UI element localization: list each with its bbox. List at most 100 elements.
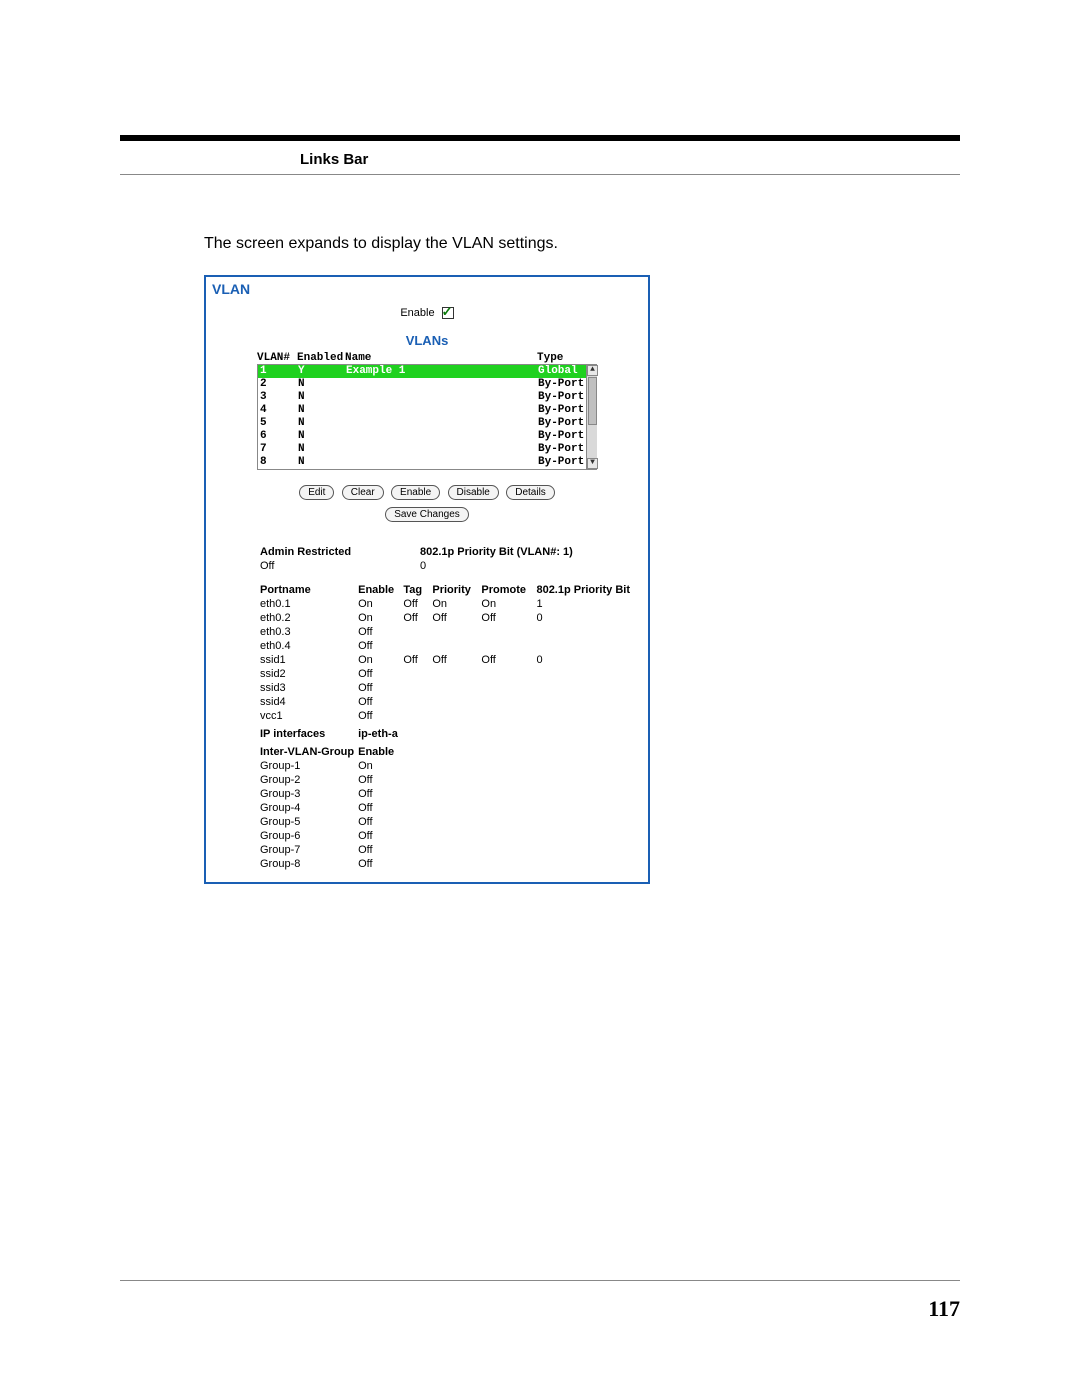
col-tag: Tag (403, 584, 432, 598)
group-enable: Off (358, 788, 634, 802)
group-enable: Off (358, 844, 634, 858)
port-priority: On (432, 598, 481, 612)
vlan-panel: VLAN Enable VLANs VLAN# Enabled Name Typ… (204, 275, 650, 884)
vlan-row-en: Y (298, 365, 346, 378)
port-promote (481, 668, 536, 682)
port-tag (403, 682, 432, 696)
col-promote: Promote (481, 584, 536, 598)
port-enable: On (358, 598, 403, 612)
port-row: ssid4Off (260, 696, 634, 710)
port-priority: Off (432, 654, 481, 668)
vlan-row-n: 3 (260, 391, 298, 404)
vlan-row-en: N (298, 378, 346, 391)
clear-button[interactable]: Clear (342, 485, 384, 500)
col-enable: Enable (358, 584, 403, 598)
port-pbit (536, 710, 634, 724)
vlan-row[interactable]: 8NBy-Port (258, 456, 596, 469)
details-button[interactable]: Details (506, 485, 555, 500)
vlan-list-scrollbar[interactable]: ▲ ▼ (586, 365, 597, 469)
enable-button[interactable]: Enable (391, 485, 440, 500)
vlan-row-name (346, 391, 538, 404)
vlan-row-n: 8 (260, 456, 298, 469)
vlan-list[interactable]: ▲ ▼ 1YExample 1Global2NBy-Port3NBy-Port4… (257, 364, 597, 470)
page-number: 117 (928, 1296, 960, 1322)
vlan-row-n: 5 (260, 417, 298, 430)
port-name: ssid4 (260, 696, 358, 710)
port-pbit: 0 (536, 654, 634, 668)
priority-bit-value: 0 (420, 560, 634, 572)
vlan-row-en: N (298, 443, 346, 456)
port-promote (481, 682, 536, 696)
col-vlan-num: VLAN# (257, 352, 297, 364)
group-row: Group-4Off (260, 802, 634, 816)
port-priority (432, 710, 481, 724)
inter-vlan-group-head: Inter-VLAN-GroupEnable (260, 742, 634, 760)
enable-label: Enable (400, 307, 434, 319)
scroll-up-icon[interactable]: ▲ (587, 365, 598, 376)
vlan-row[interactable]: 6NBy-Port (258, 430, 596, 443)
port-enable: On (358, 654, 403, 668)
vlan-row[interactable]: 2NBy-Port (258, 378, 596, 391)
port-promote: On (481, 598, 536, 612)
admin-restricted-value: Off (260, 560, 420, 572)
col-name: Name (345, 352, 537, 364)
port-row: vcc1Off (260, 710, 634, 724)
port-pbit (536, 682, 634, 696)
group-name: Group-3 (260, 788, 358, 802)
port-name: eth0.2 (260, 612, 358, 626)
vlan-row-name (346, 404, 538, 417)
port-tag: Off (403, 612, 432, 626)
vlan-row-n: 7 (260, 443, 298, 456)
port-pbit (536, 668, 634, 682)
vlan-row[interactable]: 4NBy-Port (258, 404, 596, 417)
port-tag: Off (403, 598, 432, 612)
vlan-row[interactable]: 3NBy-Port (258, 391, 596, 404)
vlan-row-name (346, 430, 538, 443)
group-row: Group-3Off (260, 788, 634, 802)
vlan-row-name (346, 443, 538, 456)
port-enable: On (358, 612, 403, 626)
vlan-row[interactable]: 5NBy-Port (258, 417, 596, 430)
port-row: ssid3Off (260, 682, 634, 696)
group-row: Group-1On (260, 760, 634, 774)
port-priority (432, 682, 481, 696)
port-promote (481, 626, 536, 640)
vlan-row-en: N (298, 417, 346, 430)
button-row-2: Save Changes (212, 506, 642, 522)
col-type: Type (537, 352, 597, 364)
vlan-row[interactable]: 1YExample 1Global (258, 365, 596, 378)
enable-checkbox[interactable] (442, 307, 454, 319)
port-tag (403, 668, 432, 682)
top-thin-rule (120, 174, 960, 175)
vlan-row-en: N (298, 430, 346, 443)
vlan-row-name: Example 1 (346, 365, 538, 378)
port-priority: Off (432, 612, 481, 626)
group-row: Group-6Off (260, 830, 634, 844)
group-name: Group-5 (260, 816, 358, 830)
enable-row: Enable (212, 307, 642, 319)
group-enable: Off (358, 802, 634, 816)
save-changes-button[interactable]: Save Changes (385, 507, 469, 522)
port-tag (403, 626, 432, 640)
edit-button[interactable]: Edit (299, 485, 334, 500)
scroll-thumb[interactable] (588, 377, 597, 425)
port-name: eth0.3 (260, 626, 358, 640)
port-enable: Off (358, 682, 403, 696)
ports-table: Portname Enable Tag Priority Promote 802… (260, 584, 634, 872)
port-enable: Off (358, 640, 403, 654)
port-promote: Off (481, 654, 536, 668)
vlan-row[interactable]: 7NBy-Port (258, 443, 596, 456)
port-row: eth0.2OnOffOffOff0 (260, 612, 634, 626)
vlan-list-header: VLAN# Enabled Name Type (257, 352, 597, 364)
port-tag: Off (403, 654, 432, 668)
group-enable: Off (358, 774, 634, 788)
panel-title: VLAN (212, 281, 642, 297)
port-tag (403, 710, 432, 724)
vlan-row-n: 4 (260, 404, 298, 417)
port-row: eth0.3Off (260, 626, 634, 640)
disable-button[interactable]: Disable (448, 485, 499, 500)
port-pbit (536, 640, 634, 654)
group-row: Group-7Off (260, 844, 634, 858)
scroll-down-icon[interactable]: ▼ (587, 458, 598, 469)
group-name: Group-8 (260, 858, 358, 872)
